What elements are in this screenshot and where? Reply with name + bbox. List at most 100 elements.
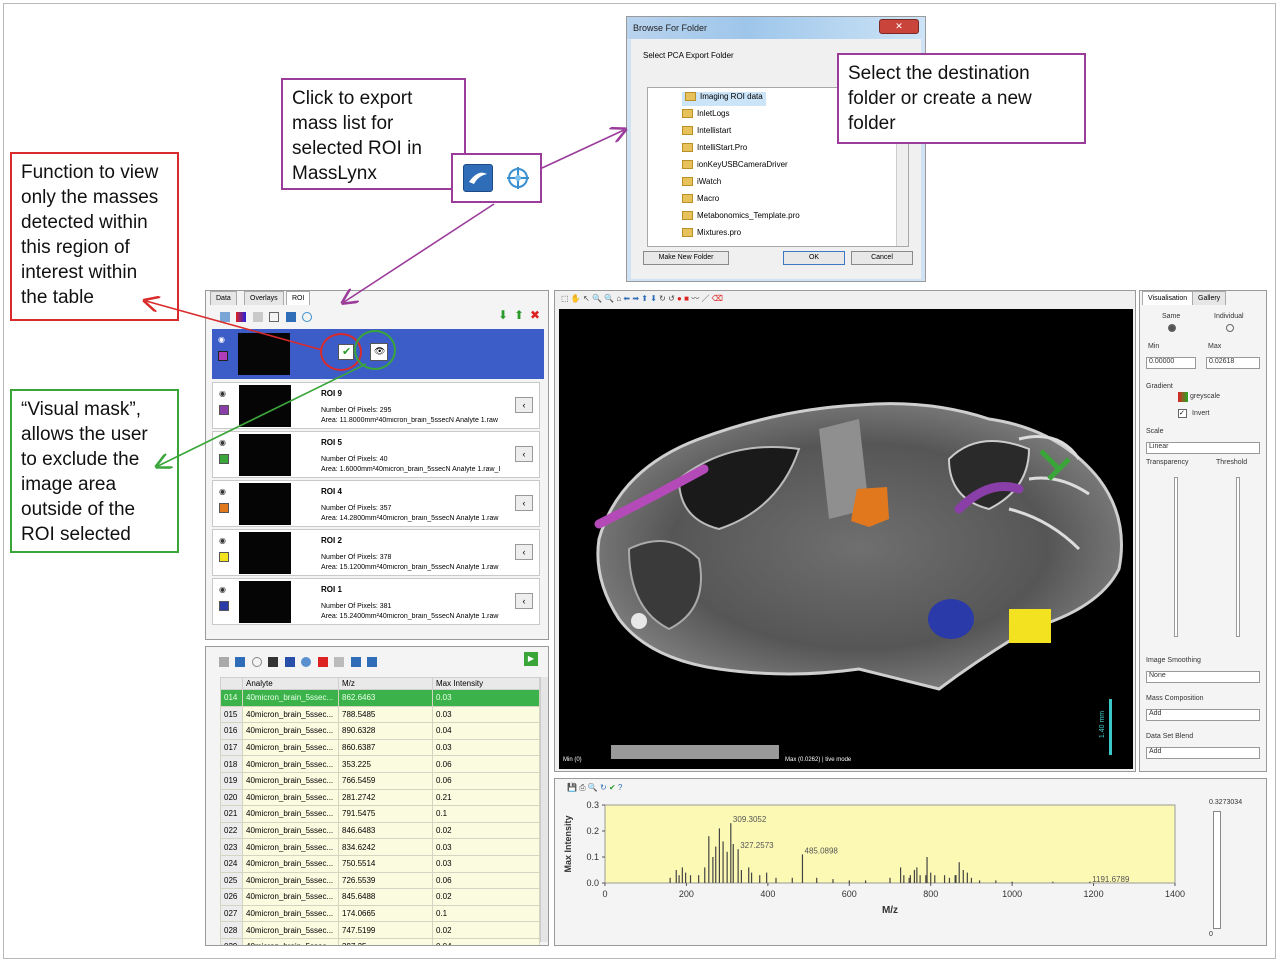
smoothing-select[interactable]: None [1146, 671, 1260, 683]
ok-button[interactable]: OK [783, 251, 845, 265]
roi-row[interactable]: ◉ ROI 9 Number Of Pixels: 295 Area: 11.8000… [212, 382, 540, 429]
folder-item[interactable]: Imaging ROI data [682, 92, 766, 106]
rotate-back-icon[interactable]: ↺ [668, 294, 675, 303]
arrow-down-icon[interactable] [350, 656, 361, 667]
folder-item[interactable]: IntelliStart.Pro [682, 143, 747, 157]
table-row[interactable]: 015 40micron_brain_5ssec... 788.5485 0.03 [220, 705, 540, 724]
delete-icon[interactable]: ✖ [530, 308, 540, 322]
hand-tool-icon[interactable]: ✋ [571, 294, 581, 303]
pca-export-icon[interactable] [503, 164, 533, 192]
transparency-slider[interactable] [1174, 477, 1178, 637]
data-set-blend-select[interactable]: Add [1146, 747, 1260, 759]
freehand-roi-icon[interactable]: 〰 [691, 294, 699, 303]
max-input[interactable]: 0.02618 [1206, 357, 1260, 369]
table-row[interactable]: 020 40micron_brain_5ssec... 281.2742 0.21 [220, 788, 540, 807]
color-icon[interactable] [236, 311, 247, 322]
zoom-out-icon[interactable]: 🔍 [604, 294, 614, 303]
circle-roi-icon[interactable]: ● [677, 294, 682, 303]
tab-overlays[interactable]: Overlays [244, 291, 284, 305]
roi-expand-button[interactable]: ‹ [515, 397, 533, 413]
brain-image[interactable]: Min (0) Max (0.0262) | tive mode 1.40 mm [559, 309, 1133, 769]
table-row[interactable]: 019 40micron_brain_5ssec... 766.5459 0.06 [220, 771, 540, 790]
down-arrow-icon[interactable]: ⬇ [650, 294, 657, 303]
spectrum-save-icon[interactable]: 💾 [567, 783, 577, 792]
filter-icon[interactable] [220, 311, 230, 322]
line-roi-icon[interactable]: ／ [701, 294, 709, 303]
rect-roi-icon[interactable]: ■ [684, 294, 689, 303]
same-radio[interactable] [1168, 324, 1176, 332]
scale-select[interactable]: Linear [1146, 442, 1260, 454]
fill-icon[interactable] [252, 311, 263, 322]
pointer-icon[interactable]: ↖ [583, 294, 590, 303]
table-row[interactable]: 024 40micron_brain_5ssec... 750.5514 0.03 [220, 854, 540, 873]
print-icon[interactable]: ⎙ [579, 783, 585, 792]
cancel-button[interactable]: Cancel [851, 251, 913, 265]
eye-icon[interactable]: ◉ [219, 585, 226, 594]
table-row[interactable]: 018 40micron_brain_5ssec... 353.225 0.06 [220, 755, 540, 773]
eye-icon[interactable]: ◉ [218, 335, 225, 344]
move-down-icon[interactable]: ⬇ [498, 308, 508, 322]
eye-icon[interactable]: ◉ [219, 487, 226, 496]
make-new-folder-button[interactable]: Make New Folder [643, 251, 729, 265]
gradient-value[interactable]: greyscale [1190, 393, 1220, 400]
roi-expand-button[interactable]: ‹ [515, 446, 533, 462]
eraser-icon[interactable]: ⌫ [712, 294, 723, 303]
table-row[interactable]: 023 40micron_brain_5ssec... 834.6242 0.03 [220, 838, 540, 856]
intensity-slider[interactable] [1213, 811, 1221, 929]
roi-row[interactable]: ◉ ROI 5 Number Of Pixels: 40 Area: 1.6000mm… [212, 431, 540, 478]
spectrum-zoom-icon[interactable]: 🔍 [588, 783, 598, 792]
mask-toggle-icon[interactable] [269, 311, 280, 322]
columns-icon[interactable] [334, 656, 345, 667]
folder-item[interactable]: InletLogs [682, 109, 729, 123]
left-arrow-icon[interactable]: ⬅ [623, 294, 630, 303]
report-icon[interactable] [317, 656, 328, 667]
roi-row[interactable]: ◉ ROI 4 Number Of Pixels: 357 Area: 14.2800… [212, 480, 540, 527]
eye-icon[interactable]: ◉ [219, 389, 226, 398]
roi-expand-button[interactable]: ‹ [515, 544, 533, 560]
refresh-icon[interactable]: ↻ [600, 783, 607, 792]
table-row[interactable]: 021 40micron_brain_5ssec... 791.5475 0.1 [220, 805, 540, 823]
table-row[interactable]: 028 40micron_brain_5ssec... 747.5199 0.02 [220, 921, 540, 939]
calc-icon[interactable] [284, 656, 295, 667]
table-header-intensity[interactable]: Max Intensity [432, 677, 540, 690]
export-small-icon[interactable] [285, 311, 296, 322]
folder-item[interactable]: Metabonomics_Template.pro [682, 211, 800, 225]
image-icon[interactable] [268, 656, 279, 667]
table-row[interactable]: 014 40micron_brain_5ssec... 862.6463 0.03 [220, 689, 540, 707]
individual-radio[interactable] [1226, 324, 1234, 332]
roi-expand-button[interactable]: ‹ [515, 495, 533, 511]
tab-gallery[interactable]: Gallery [1192, 291, 1227, 305]
table-row[interactable]: 027 40micron_brain_5ssec... 174.0665 0.1 [220, 904, 540, 923]
right-arrow-icon[interactable]: ➡ [632, 294, 639, 303]
folder-item[interactable]: Macro [682, 194, 719, 208]
table-row[interactable]: 022 40micron_brain_5ssec... 846.6483 0.02 [220, 821, 540, 840]
threshold-slider[interactable] [1236, 477, 1240, 637]
folder-item[interactable]: Intellistart [682, 126, 731, 140]
eye-icon[interactable]: ◉ [219, 536, 226, 545]
rotate-icon[interactable]: ↻ [659, 294, 666, 303]
select-tool-icon[interactable]: ⬚ [561, 294, 569, 303]
eye-icon[interactable]: ◉ [219, 438, 226, 447]
move-up-icon[interactable]: ⬆ [514, 308, 524, 322]
help-circle-icon[interactable]: ? [618, 783, 622, 792]
folder-item[interactable]: iWatch [682, 177, 721, 191]
spectrum-chart[interactable]: 0.0 0.1 0.2 0.3 0 200 400 600 800 1000 1200 1400 309… [559, 797, 1199, 945]
settings-icon[interactable] [251, 656, 262, 667]
tab-data[interactable]: Data [210, 291, 237, 305]
table-header-mz[interactable]: M/z [338, 677, 433, 690]
up-arrow-icon[interactable]: ⬆ [641, 294, 648, 303]
arrow-up-icon[interactable] [367, 656, 378, 667]
zoom-in-icon[interactable]: 🔍 [592, 294, 602, 303]
min-input[interactable]: 0.00000 [1146, 357, 1196, 369]
invert-checkbox[interactable]: ✓ [1178, 409, 1187, 418]
tab-roi[interactable]: ROI [286, 291, 311, 305]
mass-composition-select[interactable]: Add [1146, 709, 1260, 721]
table-row[interactable]: 025 40micron_brain_5ssec... 726.5539 0.06 [220, 871, 540, 890]
peak-check-icon[interactable]: ✔ [609, 783, 616, 792]
table-header-analyte[interactable]: Analyte [242, 677, 339, 690]
pca-small-icon[interactable] [302, 311, 313, 322]
close-button[interactable]: ✕ [879, 19, 919, 34]
table-row[interactable]: 026 40micron_brain_5ssec... 845.6488 0.02 [220, 888, 540, 906]
table-scrollbar[interactable] [540, 677, 548, 942]
tab-visualisation[interactable]: Visualisation [1142, 291, 1194, 305]
